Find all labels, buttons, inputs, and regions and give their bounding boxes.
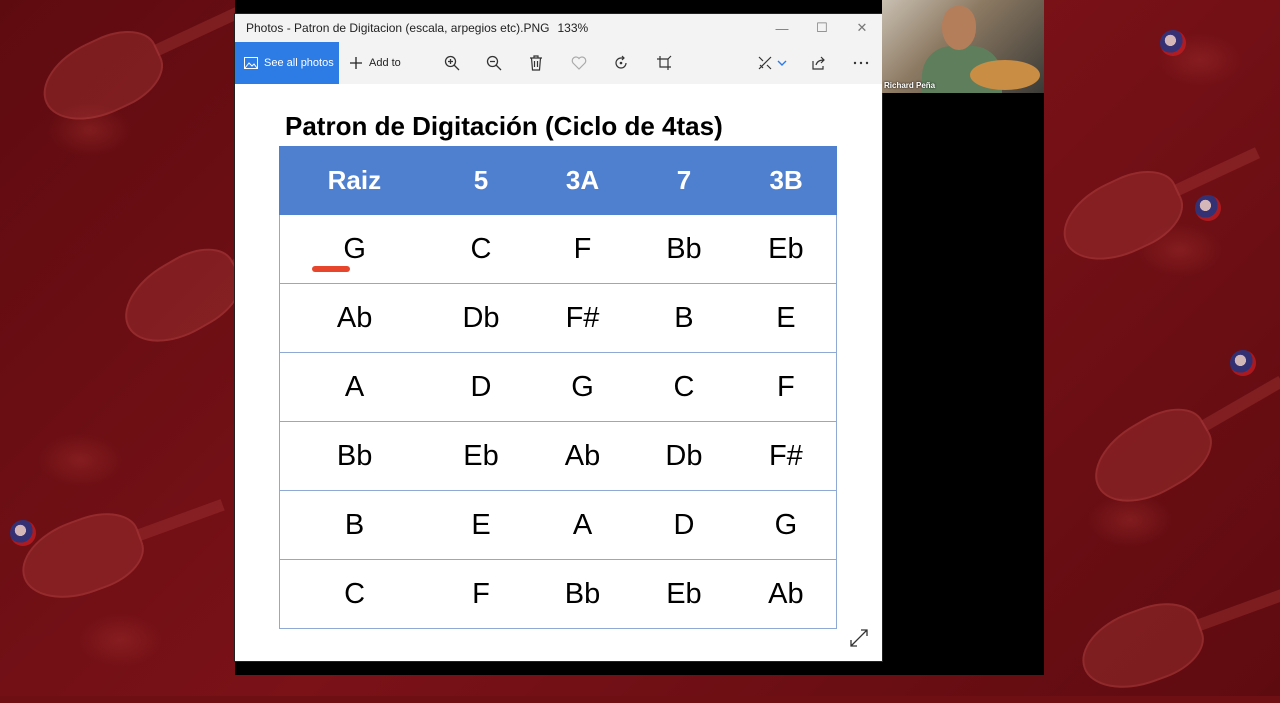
column-header: 3A <box>532 146 633 215</box>
table-cell: Ab <box>735 559 837 629</box>
chevron-down-icon[interactable] <box>775 53 789 73</box>
window-title: Photos - Patron de Digitacion (escala, a… <box>246 21 550 35</box>
annotation-underline <box>312 266 350 272</box>
table-cell: Bb <box>632 214 736 284</box>
photos-window: Photos - Patron de Digitacion (escala, a… <box>235 14 882 661</box>
flag-decoration <box>1160 30 1186 56</box>
see-all-photos-button[interactable]: See all photos <box>235 42 339 84</box>
table-cell: E <box>429 490 533 560</box>
table-cell: A <box>279 352 430 422</box>
table-cell: Eb <box>632 559 736 629</box>
table-cell: G <box>532 352 633 422</box>
table-cell: C <box>279 559 430 629</box>
table-cell: G <box>735 490 837 560</box>
table-cell: C <box>429 214 533 284</box>
flag-decoration <box>10 520 36 546</box>
window-controls: — ☐ ✕ <box>762 14 882 42</box>
close-button[interactable]: ✕ <box>842 14 882 42</box>
favorite-icon[interactable] <box>569 53 589 73</box>
column-header: Raiz <box>279 146 430 215</box>
table-cell: Ab <box>279 283 430 353</box>
table-cell: C <box>632 352 736 422</box>
document-title: Patron de Digitación (Ciclo de 4tas) <box>285 111 723 141</box>
add-to-button[interactable]: Add to <box>349 56 401 70</box>
flag-decoration <box>1230 350 1256 376</box>
table-row: Ab Db F# B E <box>279 283 837 353</box>
table-row: Bb Eb Ab Db F# <box>279 421 837 491</box>
table-cell: Ab <box>532 421 633 491</box>
edit-icon[interactable] <box>755 53 775 73</box>
more-icon[interactable] <box>851 53 871 73</box>
zoom-level: 133% <box>557 21 589 35</box>
column-header: 3B <box>735 146 837 215</box>
table-row: G C F Bb Eb <box>279 214 837 284</box>
maximize-button[interactable]: ☐ <box>802 14 842 42</box>
zoom-out-icon[interactable] <box>484 53 504 73</box>
table-cell: G <box>279 214 430 284</box>
table-cell: Eb <box>429 421 533 491</box>
table-row: C F Bb Eb Ab <box>279 559 837 629</box>
title-bar: Photos - Patron de Digitacion (escala, a… <box>235 14 882 42</box>
table-cell: Db <box>429 283 533 353</box>
table-cell: F# <box>735 421 837 491</box>
table-cell: D <box>632 490 736 560</box>
participant-name: Richard Peña <box>884 81 936 90</box>
photo-content: Patron de Digitación (Ciclo de 4tas) Rai… <box>235 84 882 661</box>
table-row: A D G C F <box>279 352 837 422</box>
table-cell: F <box>735 352 837 422</box>
table-cell: Bb <box>279 421 430 491</box>
table-cell: B <box>279 490 430 560</box>
fingering-pattern-table: Raiz 5 3A 7 3B G C F Bb Eb Ab Db F# B E … <box>279 146 837 629</box>
zoom-in-icon[interactable] <box>442 53 462 73</box>
table-cell: F <box>429 559 533 629</box>
table-cell: F# <box>532 283 633 353</box>
delete-icon[interactable] <box>526 53 546 73</box>
participant-video[interactable]: Richard Peña <box>882 0 1044 93</box>
table-row: B E A D G <box>279 490 837 560</box>
table-cell: Db <box>632 421 736 491</box>
plus-icon <box>350 57 362 69</box>
share-icon[interactable] <box>809 53 829 73</box>
table-cell: Eb <box>735 214 837 284</box>
crop-icon[interactable] <box>654 53 674 73</box>
see-all-photos-label: See all photos <box>264 57 334 69</box>
toolbar: See all photos Add to <box>235 42 882 84</box>
table-header-row: Raiz 5 3A 7 3B <box>279 146 837 215</box>
photo-icon <box>244 57 258 69</box>
table-cell: A <box>532 490 633 560</box>
table-cell: E <box>735 283 837 353</box>
fullscreen-icon[interactable] <box>850 629 870 649</box>
table-cell: Bb <box>532 559 633 629</box>
column-header: 5 <box>428 146 534 215</box>
table-cell: D <box>429 352 533 422</box>
flag-decoration <box>1195 195 1221 221</box>
column-header: 7 <box>631 146 737 215</box>
minimize-button[interactable]: — <box>762 14 802 42</box>
table-cell: F <box>532 214 633 284</box>
add-to-label: Add to <box>369 57 401 69</box>
guitar-image <box>970 60 1040 90</box>
rotate-icon[interactable] <box>611 53 631 73</box>
participant-head <box>942 6 976 50</box>
table-cell: B <box>632 283 736 353</box>
